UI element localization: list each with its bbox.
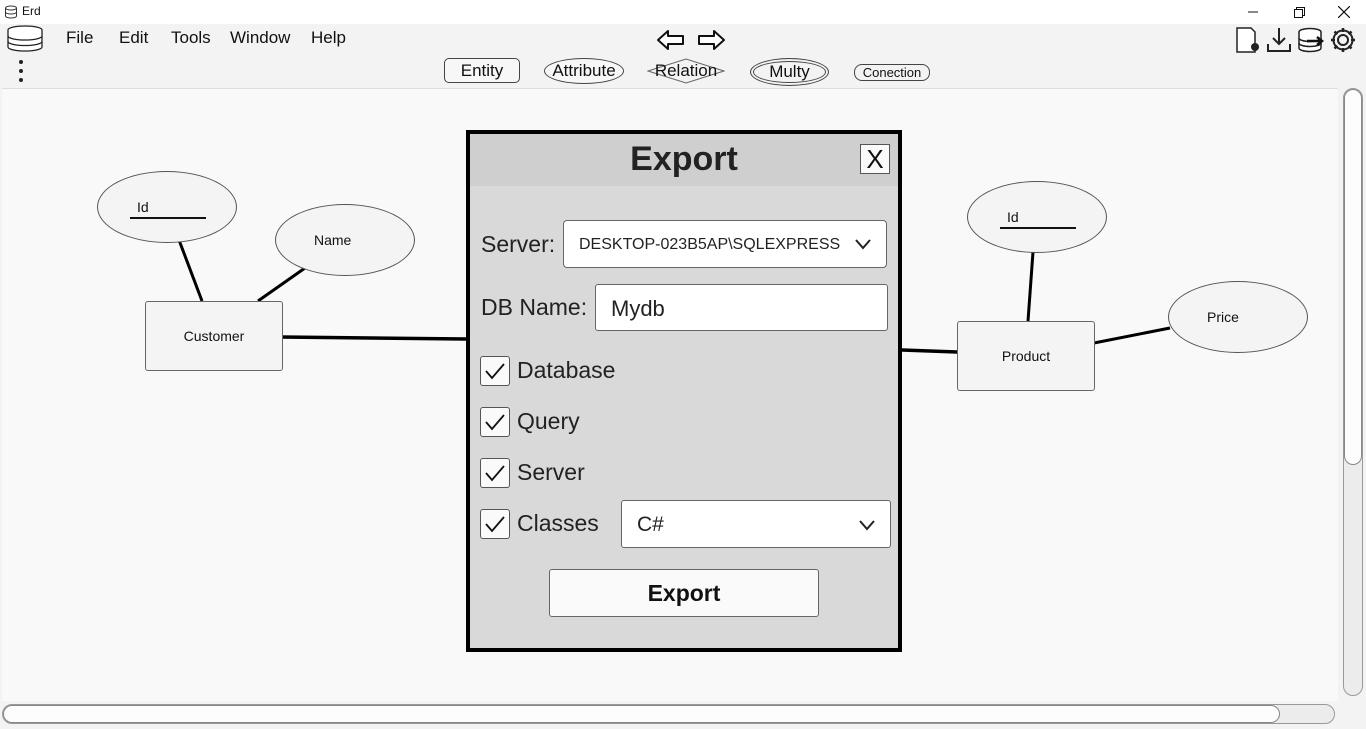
classes-checkbox[interactable] (480, 509, 510, 539)
export-button[interactable]: Export (549, 569, 819, 617)
checkmark-icon (485, 516, 505, 533)
server-checkbox[interactable] (480, 458, 510, 488)
checkmark-icon (485, 414, 505, 431)
dialog-close-button[interactable]: X (860, 144, 890, 174)
menu-window[interactable]: Window (230, 28, 290, 48)
close-button[interactable] (1321, 0, 1366, 24)
new-document-icon[interactable] (1234, 26, 1262, 54)
attribute-customer-id[interactable]: Id (97, 171, 237, 243)
title-bar (0, 0, 1366, 24)
server-label: Server: (481, 231, 556, 257)
connector-customer-id (177, 239, 204, 302)
attribute-tool-button[interactable]: Attribute (544, 58, 624, 84)
connector-customer-relation (280, 335, 467, 341)
checkmark-icon (485, 363, 505, 380)
multy-tool-button[interactable]: Multy (750, 58, 829, 86)
entity-product[interactable]: Product (957, 321, 1095, 391)
database-menu-icon[interactable] (6, 25, 44, 53)
download-icon[interactable] (1265, 26, 1293, 54)
database-checkbox[interactable] (480, 356, 510, 386)
connector-product-id (1026, 251, 1035, 322)
attribute-product-price[interactable]: Price (1168, 281, 1308, 353)
export-dialog: Export X Server: DESKTOP-023B5AP\SQLEXPR… (466, 130, 902, 652)
attribute-label: Name (314, 232, 352, 248)
menu-file[interactable]: File (66, 28, 93, 48)
attribute-customer-name[interactable]: Name (275, 204, 415, 276)
minimize-icon (1248, 11, 1258, 13)
attribute-label: Id (1007, 209, 1019, 225)
chevron-down-icon (859, 520, 875, 531)
close-icon (1338, 6, 1350, 18)
classes-checkbox-label: Classes (517, 510, 599, 536)
relation-tool-label: Relation (654, 61, 718, 80)
dbname-input-value: Mydb (611, 296, 665, 321)
arrow-left-icon[interactable] (655, 28, 687, 52)
horizontal-scroll-thumb[interactable] (3, 705, 1280, 723)
dbname-label: DB Name: (481, 294, 588, 320)
entity-tool-button[interactable]: Entity (444, 58, 520, 83)
entity-customer[interactable]: Customer (145, 301, 283, 371)
checkmark-icon (485, 465, 505, 482)
attribute-label: Price (1207, 309, 1239, 325)
query-checkbox-label: Query (517, 408, 580, 434)
language-select-value: C# (637, 513, 664, 536)
restore-icon (1293, 6, 1305, 18)
server-select[interactable]: DESKTOP-023B5AP\SQLEXPRESS (563, 220, 887, 268)
attribute-label: Id (137, 199, 149, 215)
connector-product-relation (901, 348, 958, 354)
relation-tool-button[interactable]: Relation (647, 58, 725, 84)
vertical-scroll-thumb[interactable] (1344, 89, 1362, 465)
server-checkbox-label: Server (517, 459, 585, 485)
menu-edit[interactable]: Edit (119, 28, 148, 48)
connection-tool-button[interactable]: Conection (854, 64, 930, 81)
menu-help[interactable]: Help (311, 28, 346, 48)
database-icon (5, 5, 17, 19)
window-title: Erd (22, 4, 41, 18)
arrow-right-icon[interactable] (695, 28, 727, 52)
chevron-down-icon (855, 239, 871, 250)
menu-tools[interactable]: Tools (171, 28, 211, 48)
primary-key-underline (1000, 227, 1076, 229)
restore-button[interactable] (1276, 0, 1322, 24)
language-select[interactable]: C# (621, 500, 891, 548)
database-export-icon[interactable] (1297, 26, 1325, 54)
dialog-title: Export (630, 140, 738, 178)
query-checkbox[interactable] (480, 407, 510, 437)
connector-product-price (1093, 326, 1171, 345)
connector-customer-name (257, 266, 306, 303)
settings-gear-icon[interactable] (1329, 26, 1357, 54)
database-checkbox-label: Database (517, 357, 616, 383)
dbname-input[interactable]: Mydb (595, 284, 888, 331)
minimize-button[interactable] (1230, 0, 1276, 24)
server-select-value: DESKTOP-023B5AP\SQLEXPRESS (579, 236, 841, 253)
more-vertical-icon[interactable] (16, 59, 26, 85)
attribute-product-id[interactable]: Id (967, 181, 1107, 253)
primary-key-underline (130, 217, 206, 219)
